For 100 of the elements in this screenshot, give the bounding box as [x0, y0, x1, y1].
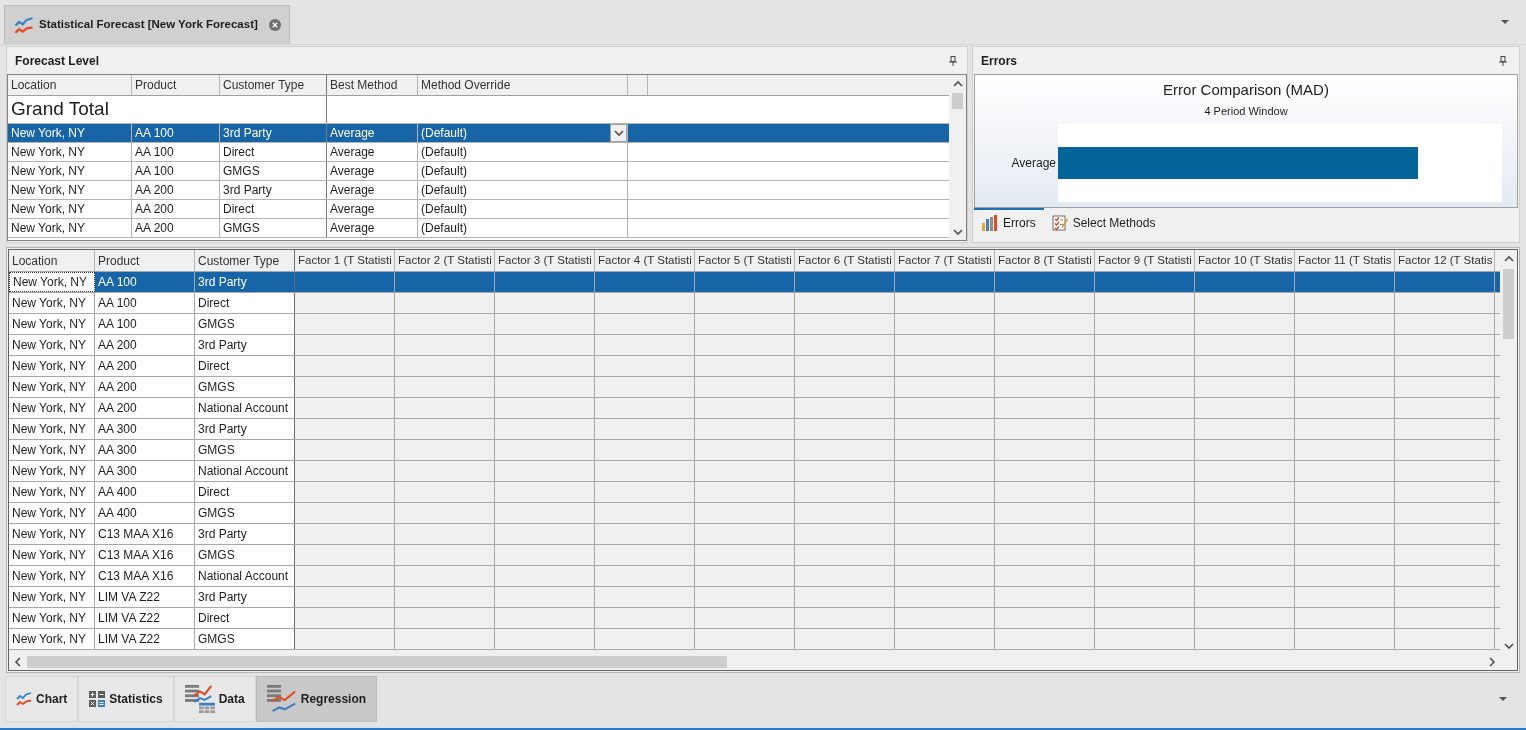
grid-row[interactable]: New York, NY AA 200 Direct Average (Default)	[8, 200, 949, 219]
table-cell: 3rd Party	[195, 419, 295, 439]
column-header[interactable]: Location	[8, 75, 132, 95]
column-header[interactable]: Product	[95, 250, 195, 271]
dropdown-caret-icon[interactable]	[1501, 20, 1509, 24]
table-cell: AA 200	[95, 356, 195, 376]
pin-icon[interactable]	[949, 55, 957, 66]
column-header[interactable]: Best Method	[327, 75, 418, 95]
table-cell: New York, NY	[9, 356, 95, 376]
chart-subtitle: 4 Period Window	[1204, 104, 1288, 118]
column-header[interactable]: Customer Type	[220, 75, 327, 95]
column-header[interactable]: Factor 3 (T Statisti	[495, 250, 595, 271]
chevron-left-icon[interactable]	[13, 657, 22, 667]
table-cell: AA 300	[95, 461, 195, 481]
table-cell: LIM VA Z22	[95, 608, 195, 628]
table-cell: New York, NY	[9, 482, 95, 502]
column-header[interactable]: Factor 1 (T Statisti	[295, 250, 395, 271]
grid-row[interactable]: New York, NY AA 400 GMGS	[9, 503, 1500, 524]
grid-row[interactable]: New York, NY AA 100 GMGS	[9, 314, 1500, 335]
view-tab[interactable]: Data	[173, 676, 256, 722]
grid-row[interactable]: New York, NY AA 300 National Account	[9, 461, 1500, 482]
column-header[interactable]: Factor 10 (T Statis	[1195, 250, 1295, 271]
table-cell: New York, NY	[9, 587, 95, 607]
column-header[interactable]: Product	[132, 75, 220, 95]
chevron-right-icon[interactable]	[1487, 657, 1496, 667]
grid-row[interactable]: New York, NY AA 100 3rd Party	[9, 272, 1500, 293]
column-header[interactable]: Method Override	[418, 75, 628, 95]
table-cell: GMGS	[195, 314, 295, 334]
view-tab[interactable]: Regression	[255, 676, 378, 722]
table-cell: New York, NY	[8, 162, 132, 180]
table-cell: 3rd Party	[220, 124, 327, 142]
column-header[interactable]: Factor 11 (T Statis	[1295, 250, 1395, 271]
grid-row[interactable]: New York, NY AA 200 GMGS	[9, 377, 1500, 398]
scrollbar-thumb[interactable]	[1503, 269, 1514, 339]
column-header[interactable]: Customer Type	[195, 250, 295, 271]
document-tab[interactable]: Statistical Forecast [New York Forecast]	[4, 5, 290, 44]
table-cell: Average	[327, 124, 418, 142]
table-cell: National Account	[195, 566, 295, 586]
grid-row[interactable]: New York, NY AA 200 Direct	[9, 356, 1500, 377]
grid-row[interactable]: New York, NY AA 200 GMGS Average (Default)	[8, 219, 949, 238]
column-header[interactable]: Factor 7 (T Statisti	[895, 250, 995, 271]
chevron-up-icon[interactable]	[952, 79, 963, 88]
table-cell: Direct	[195, 482, 295, 502]
table-cell: LIM VA Z22	[95, 629, 195, 649]
grid-row[interactable]: New York, NY C13 MAA X16 National Account	[9, 566, 1500, 587]
grid-row[interactable]: New York, NY C13 MAA X16 GMGS	[9, 545, 1500, 566]
grid-row[interactable]: New York, NY LIM VA Z22 Direct	[9, 608, 1500, 629]
panel-title: Errors	[981, 52, 1018, 70]
chevron-up-icon[interactable]	[1503, 254, 1514, 263]
panel-tab[interactable]: Errors	[974, 208, 1044, 236]
table-cell: GMGS	[195, 545, 295, 565]
table-cell: AA 300	[95, 419, 195, 439]
grid-row[interactable]: New York, NY LIM VA Z22 GMGS	[9, 629, 1500, 650]
table-cell: Direct	[195, 293, 295, 313]
scrollbar-thumb[interactable]	[27, 656, 727, 668]
chevron-down-icon[interactable]	[1503, 641, 1514, 650]
grid-row[interactable]: New York, NY AA 100 Direct	[9, 293, 1500, 314]
table-cell: AA 400	[95, 482, 195, 502]
calculator-icon	[89, 691, 106, 707]
vertical-scrollbar[interactable]	[949, 75, 966, 240]
chart-title: Error Comparison (MAD)	[1163, 81, 1329, 99]
dropdown-button[interactable]	[610, 124, 627, 142]
column-header[interactable]: Location	[9, 250, 95, 271]
panel-tab[interactable]: Select Methods	[1043, 208, 1164, 236]
grid-row[interactable]: New York, NY AA 300 3rd Party	[9, 419, 1500, 440]
column-header[interactable]: Factor 2 (T Statisti	[395, 250, 495, 271]
column-header[interactable]: Factor 9 (T Statisti	[1095, 250, 1195, 271]
column-header[interactable]: Factor 8 (T Statisti	[995, 250, 1095, 271]
column-header[interactable]: Factor 6 (T Statisti	[795, 250, 895, 271]
dropdown-caret-icon[interactable]	[1499, 697, 1507, 701]
scrollbar-thumb[interactable]	[952, 93, 963, 109]
view-tab[interactable]: Statistics	[78, 676, 174, 722]
bar-chart-icon	[982, 215, 998, 231]
grid-row[interactable]: New York, NY AA 100 GMGS Average (Default)	[8, 162, 949, 181]
checklist-icon	[1051, 215, 1068, 231]
method-override-dropdown[interactable]: (Default)	[418, 124, 628, 142]
column-header[interactable]: Factor 12 (T Statis	[1395, 250, 1495, 271]
chevron-down-icon[interactable]	[952, 227, 963, 236]
grid-row[interactable]: New York, NY AA 200 National Account	[9, 398, 1500, 419]
column-header[interactable]: Factor 5 (T Statisti	[695, 250, 795, 271]
grid-row[interactable]: New York, NY C13 MAA X16 3rd Party	[9, 524, 1500, 545]
grid-row[interactable]: New York, NY AA 200 3rd Party	[9, 335, 1500, 356]
grid-row[interactable]: New York, NY AA 100 Direct Average (Default)	[8, 143, 949, 162]
column-header[interactable]: Factor 4 (T Statisti	[595, 250, 695, 271]
chevron-down-icon[interactable]	[613, 129, 624, 137]
grid-row[interactable]: New York, NY AA 200 3rd Party Average (Default)	[8, 181, 949, 200]
table-cell: GMGS	[220, 162, 327, 180]
table-cell: AA 100	[95, 272, 195, 292]
pin-icon[interactable]	[1499, 55, 1507, 66]
table-cell: 3rd Party	[195, 335, 295, 355]
grid-row[interactable]: New York, NY AA 400 Direct	[9, 482, 1500, 503]
view-tab[interactable]: Chart	[5, 676, 79, 722]
grid-row[interactable]: New York, NY AA 100 3rd Party Average (Default)	[8, 124, 949, 143]
close-icon[interactable]	[268, 19, 281, 31]
grid-row[interactable]: New York, NY AA 300 GMGS	[9, 440, 1500, 461]
line-chart-icon	[16, 692, 32, 706]
table-cell: Direct	[195, 608, 295, 628]
document-tab-title: Statistical Forecast [New York Forecast]	[39, 17, 258, 33]
table-cell: New York, NY	[8, 219, 132, 237]
grid-row[interactable]: New York, NY LIM VA Z22 3rd Party	[9, 587, 1500, 608]
